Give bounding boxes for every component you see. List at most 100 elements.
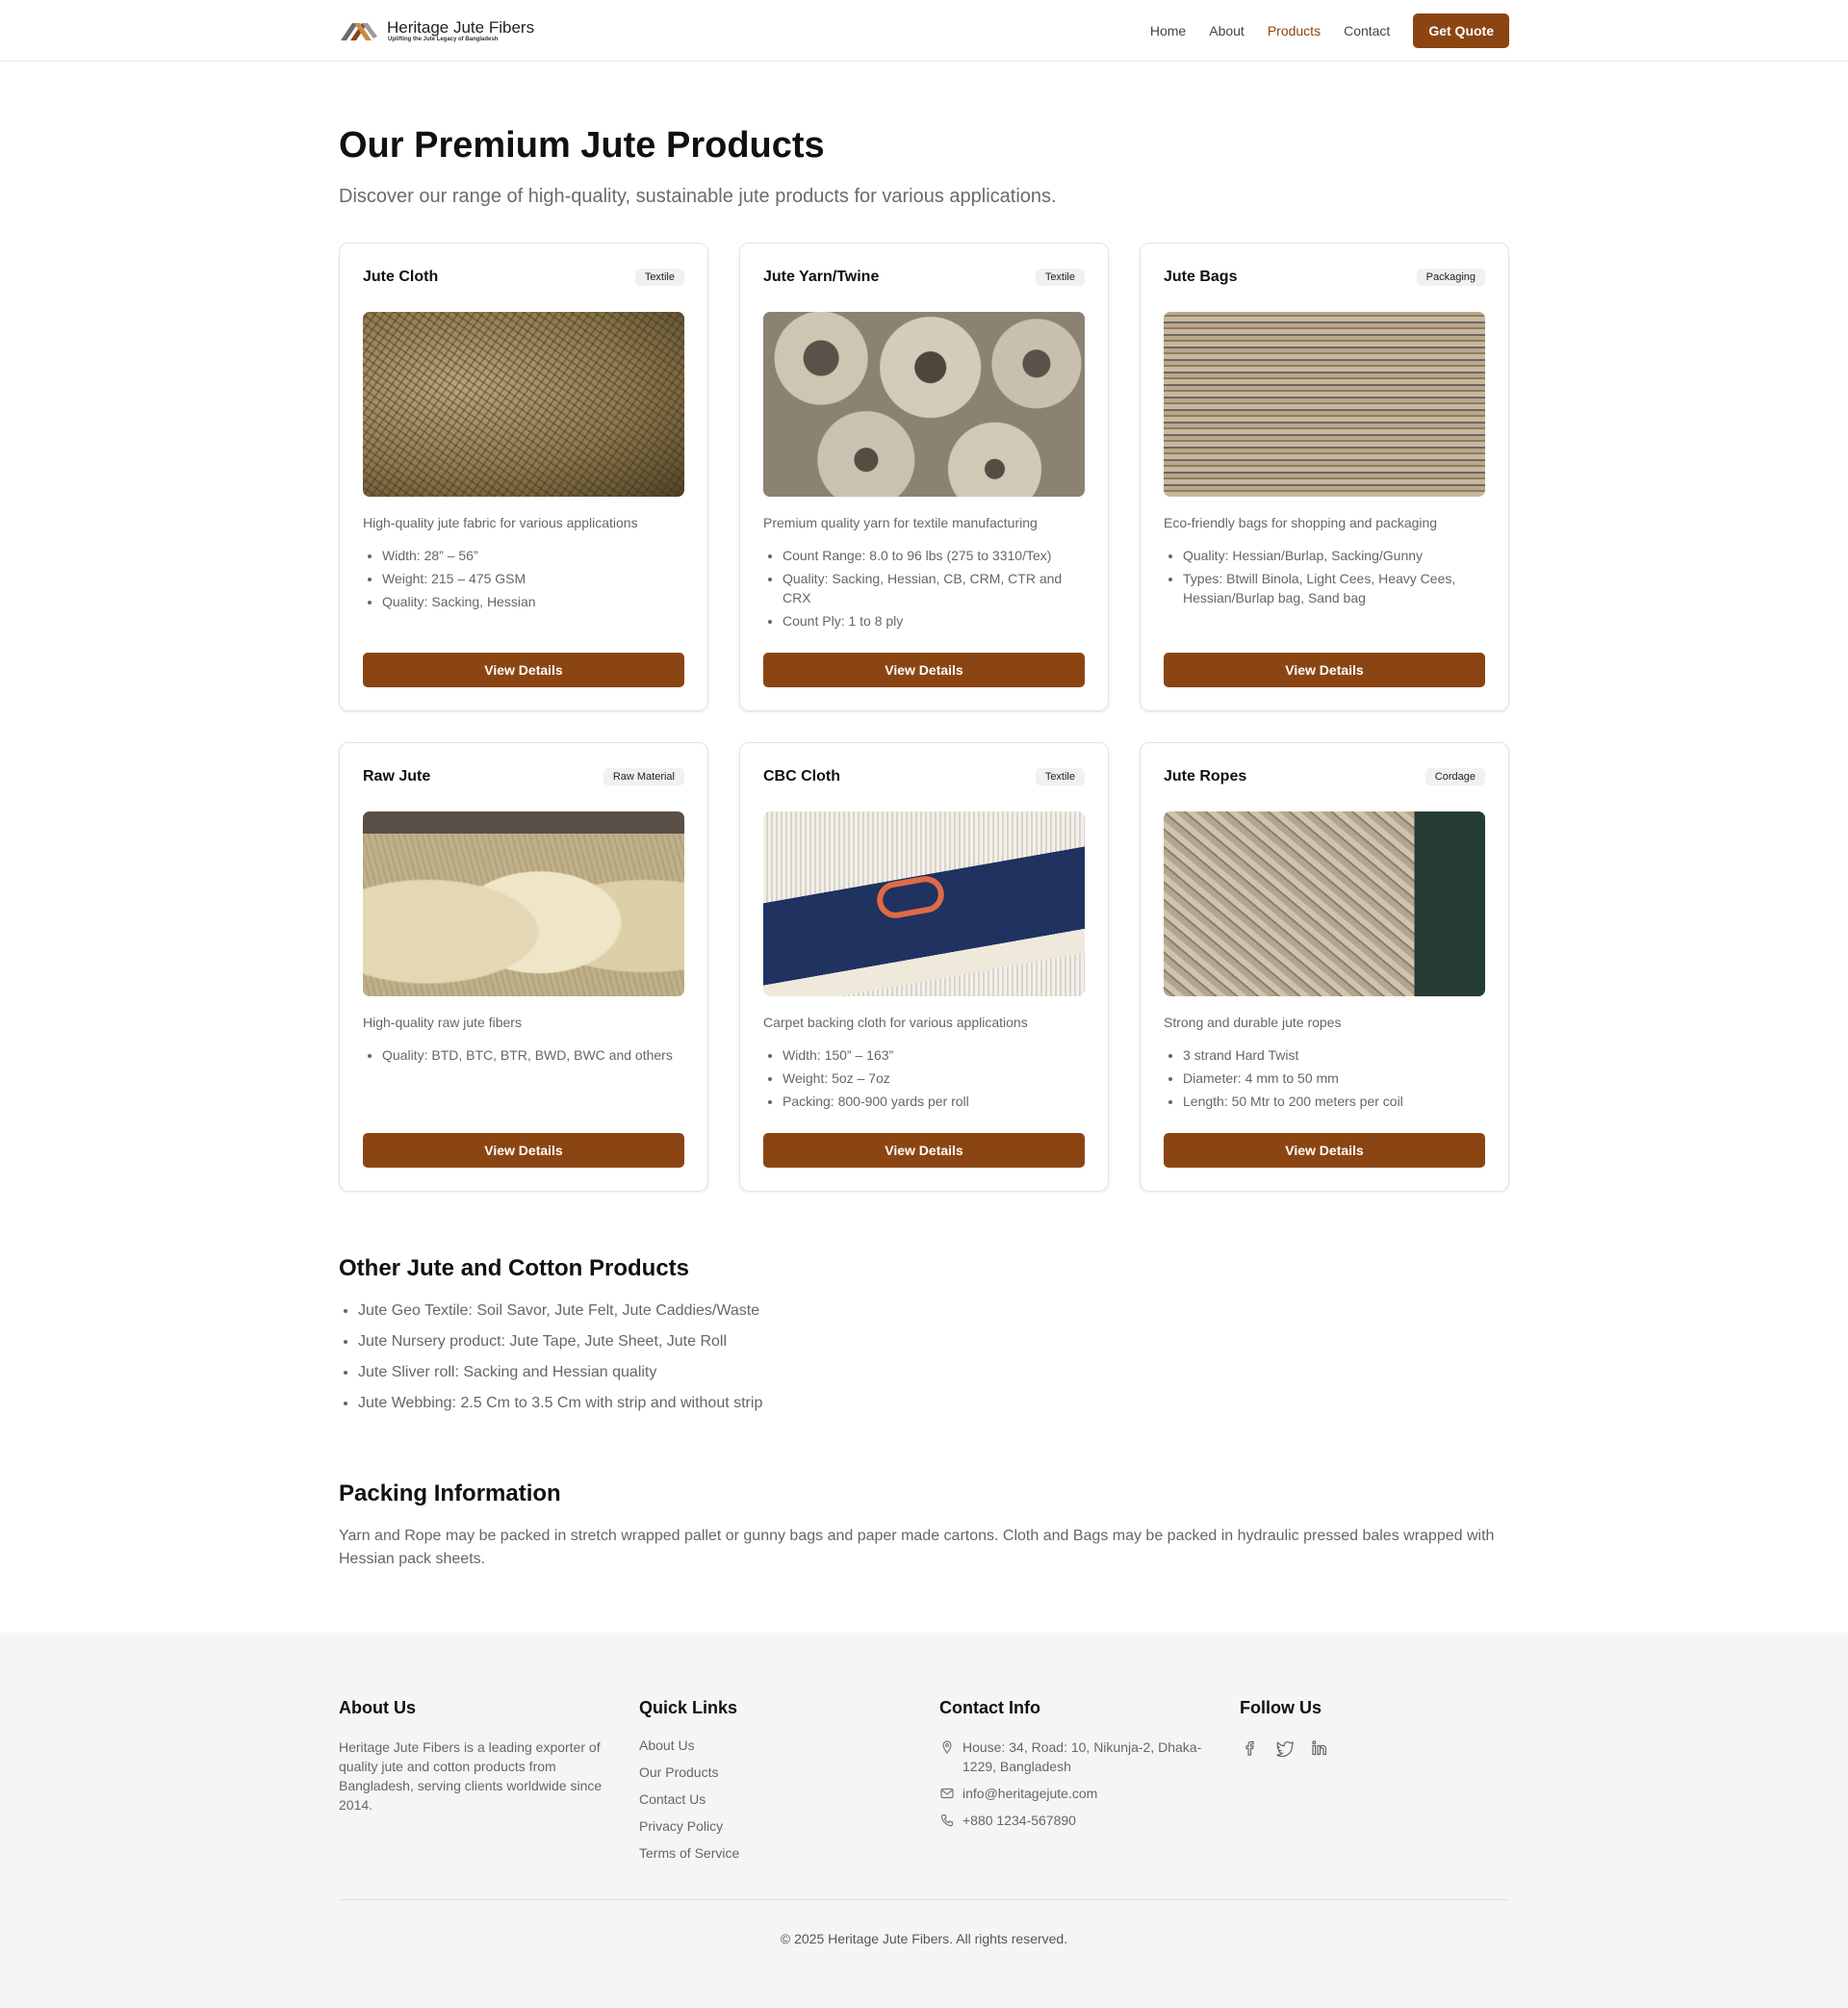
footer-link-products[interactable]: Our Products bbox=[639, 1763, 909, 1782]
spec-item: Packing: 800-900 yards per roll bbox=[783, 1092, 1085, 1111]
product-title: Jute Bags bbox=[1164, 269, 1238, 285]
spec-item: Quality: Sacking, Hessian bbox=[382, 592, 684, 611]
spec-item: Count Range: 8.0 to 96 lbs (275 to 3310/… bbox=[783, 546, 1085, 565]
spec-item: Quality: Hessian/Burlap, Sacking/Gunny bbox=[1183, 546, 1485, 565]
spec-list: Quality: BTD, BTC, BTR, BWD, BWC and oth… bbox=[363, 1045, 684, 1068]
product-description: Eco-friendly bags for shopping and packa… bbox=[1164, 515, 1438, 530]
footer-link-contact[interactable]: Contact Us bbox=[639, 1789, 909, 1809]
product-description: Premium quality yarn for textile manufac… bbox=[763, 515, 1038, 530]
nav-products[interactable]: Products bbox=[1268, 23, 1321, 39]
spec-list: Width: 28” – 56” Weight: 215 – 475 GSM Q… bbox=[363, 546, 684, 615]
footer-divider bbox=[339, 1899, 1509, 1900]
get-quote-button[interactable]: Get Quote bbox=[1413, 13, 1509, 48]
spec-list: Count Range: 8.0 to 96 lbs (275 to 3310/… bbox=[763, 546, 1085, 634]
spec-item: 3 strand Hard Twist bbox=[1183, 1045, 1485, 1065]
footer-link-privacy[interactable]: Privacy Policy bbox=[639, 1816, 909, 1836]
packing-section: Packing Information Yarn and Rope may be… bbox=[339, 1480, 1509, 1571]
view-details-button[interactable]: View Details bbox=[1164, 1133, 1485, 1168]
spec-item: Quality: BTD, BTC, BTR, BWD, BWC and oth… bbox=[382, 1045, 684, 1065]
spec-item: Weight: 215 – 475 GSM bbox=[382, 569, 684, 588]
product-description: Carpet backing cloth for various applica… bbox=[763, 1015, 1028, 1030]
view-details-button[interactable]: View Details bbox=[363, 1133, 684, 1168]
spec-item: Width: 28” – 56” bbox=[382, 546, 684, 565]
category-badge: Textile bbox=[634, 269, 684, 286]
footer-about-heading: About Us bbox=[339, 1698, 416, 1717]
contact-address: House: 34, Road: 10, Nikunja-2, Dhaka-12… bbox=[939, 1738, 1209, 1776]
view-details-button[interactable]: View Details bbox=[763, 653, 1085, 687]
other-products-section: Other Jute and Cotton Products Jute Geo … bbox=[339, 1255, 1509, 1415]
linkedin-icon[interactable] bbox=[1309, 1738, 1330, 1759]
site-footer: About Us Heritage Jute Fibers is a leadi… bbox=[0, 1633, 1848, 2008]
product-description: High-quality jute fabric for various app… bbox=[363, 515, 638, 530]
product-card-jute-cloth: Jute Cloth Textile High-quality jute fab… bbox=[339, 243, 708, 711]
phone-icon bbox=[939, 1811, 955, 1830]
brand-logo[interactable]: Heritage Jute Fibers Uplifting the Jute … bbox=[339, 17, 534, 44]
jute-cloth-image bbox=[363, 312, 684, 497]
product-description: High-quality raw jute fibers bbox=[363, 1015, 522, 1030]
contact-email: info@heritagejute.com bbox=[939, 1784, 1209, 1803]
list-item: Jute Sliver roll: Sacking and Hessian qu… bbox=[358, 1361, 1509, 1384]
spec-item: Diameter: 4 mm to 50 mm bbox=[1183, 1068, 1485, 1088]
site-header: Heritage Jute Fibers Uplifting the Jute … bbox=[0, 0, 1848, 62]
footer-links-heading: Quick Links bbox=[639, 1698, 738, 1717]
brand-tagline: Uplifting the Jute Legacy of Bangladesh bbox=[388, 37, 499, 42]
category-badge: Cordage bbox=[1424, 768, 1485, 785]
cbc-cloth-image bbox=[763, 811, 1085, 996]
facebook-icon[interactable] bbox=[1240, 1738, 1261, 1759]
spec-list: Quality: Hessian/Burlap, Sacking/Gunny T… bbox=[1164, 546, 1485, 611]
product-title: Jute Yarn/Twine bbox=[763, 269, 880, 285]
product-card-jute-bags: Jute Bags Packaging Eco-friendly bags fo… bbox=[1140, 243, 1509, 711]
spec-item: Weight: 5oz – 7oz bbox=[783, 1068, 1085, 1088]
packing-text: Yarn and Rope may be packed in stretch w… bbox=[339, 1528, 1495, 1567]
spec-list: Width: 150” – 163” Weight: 5oz – 7oz Pac… bbox=[763, 1045, 1085, 1115]
category-badge: Textile bbox=[1035, 269, 1085, 286]
other-products-title: Other Jute and Cotton Products bbox=[339, 1255, 690, 1281]
other-products-list: Jute Geo Textile: Soil Savor, Jute Felt,… bbox=[339, 1300, 1509, 1415]
page-subtitle: Discover our range of high-quality, sust… bbox=[339, 186, 1057, 207]
category-badge: Packaging bbox=[1416, 269, 1485, 286]
view-details-button[interactable]: View Details bbox=[363, 653, 684, 687]
product-grid: Jute Cloth Textile High-quality jute fab… bbox=[339, 243, 1509, 1192]
contact-phone-text[interactable]: +880 1234-567890 bbox=[962, 1811, 1076, 1830]
category-badge: Raw Material bbox=[603, 768, 684, 785]
footer-link-about[interactable]: About Us bbox=[639, 1736, 909, 1755]
product-title: Raw Jute bbox=[363, 768, 431, 785]
jute-ropes-image bbox=[1164, 811, 1485, 996]
view-details-button[interactable]: View Details bbox=[1164, 653, 1485, 687]
twitter-icon[interactable] bbox=[1274, 1738, 1296, 1759]
footer-quick-links: Quick Links About Us Our Products Contac… bbox=[639, 1698, 909, 1870]
view-details-button[interactable]: View Details bbox=[763, 1133, 1085, 1168]
spec-item: Length: 50 Mtr to 200 meters per coil bbox=[1183, 1092, 1485, 1111]
map-pin-icon bbox=[939, 1738, 955, 1757]
product-card-jute-ropes: Jute Ropes Cordage Strong and durable ju… bbox=[1140, 742, 1509, 1192]
product-title: Jute Cloth bbox=[363, 269, 439, 285]
product-card-raw-jute: Raw Jute Raw Material High-quality raw j… bbox=[339, 742, 708, 1192]
footer-contact: Contact Info House: 34, Road: 10, Nikunj… bbox=[939, 1698, 1209, 1870]
mail-icon bbox=[939, 1784, 955, 1803]
list-item: Jute Nursery product: Jute Tape, Jute Sh… bbox=[358, 1330, 1509, 1353]
product-card-jute-yarn: Jute Yarn/Twine Textile Premium quality … bbox=[739, 243, 1109, 711]
contact-address-text: House: 34, Road: 10, Nikunja-2, Dhaka-12… bbox=[962, 1739, 1202, 1774]
jute-bags-image bbox=[1164, 312, 1485, 497]
spec-item: Quality: Sacking, Hessian, CB, CRM, CTR … bbox=[783, 569, 1085, 607]
list-item: Jute Webbing: 2.5 Cm to 3.5 Cm with stri… bbox=[358, 1392, 1509, 1415]
copyright: © 2025 Heritage Jute Fibers. All rights … bbox=[780, 1931, 1068, 1946]
footer-about-text: Heritage Jute Fibers is a leading export… bbox=[339, 1739, 603, 1813]
packing-title: Packing Information bbox=[339, 1480, 561, 1506]
footer-link-terms[interactable]: Terms of Service bbox=[639, 1843, 909, 1863]
nav-contact[interactable]: Contact bbox=[1344, 23, 1390, 39]
footer-about: About Us Heritage Jute Fibers is a leadi… bbox=[339, 1698, 608, 1870]
main-nav: Home About Products Contact Get Quote bbox=[1127, 13, 1509, 48]
spec-list: 3 strand Hard Twist Diameter: 4 mm to 50… bbox=[1164, 1045, 1485, 1115]
jute-yarn-image bbox=[763, 312, 1085, 497]
product-description: Strong and durable jute ropes bbox=[1164, 1015, 1342, 1030]
nav-home[interactable]: Home bbox=[1150, 23, 1186, 39]
contact-email-text[interactable]: info@heritagejute.com bbox=[962, 1784, 1097, 1803]
page-title: Our Premium Jute Products bbox=[339, 125, 825, 166]
product-title: CBC Cloth bbox=[763, 768, 840, 785]
raw-jute-image bbox=[363, 811, 684, 996]
logo-mark-icon bbox=[339, 17, 381, 44]
social-links bbox=[1240, 1738, 1509, 1759]
nav-about[interactable]: About bbox=[1209, 23, 1245, 39]
contact-phone: +880 1234-567890 bbox=[939, 1811, 1209, 1830]
